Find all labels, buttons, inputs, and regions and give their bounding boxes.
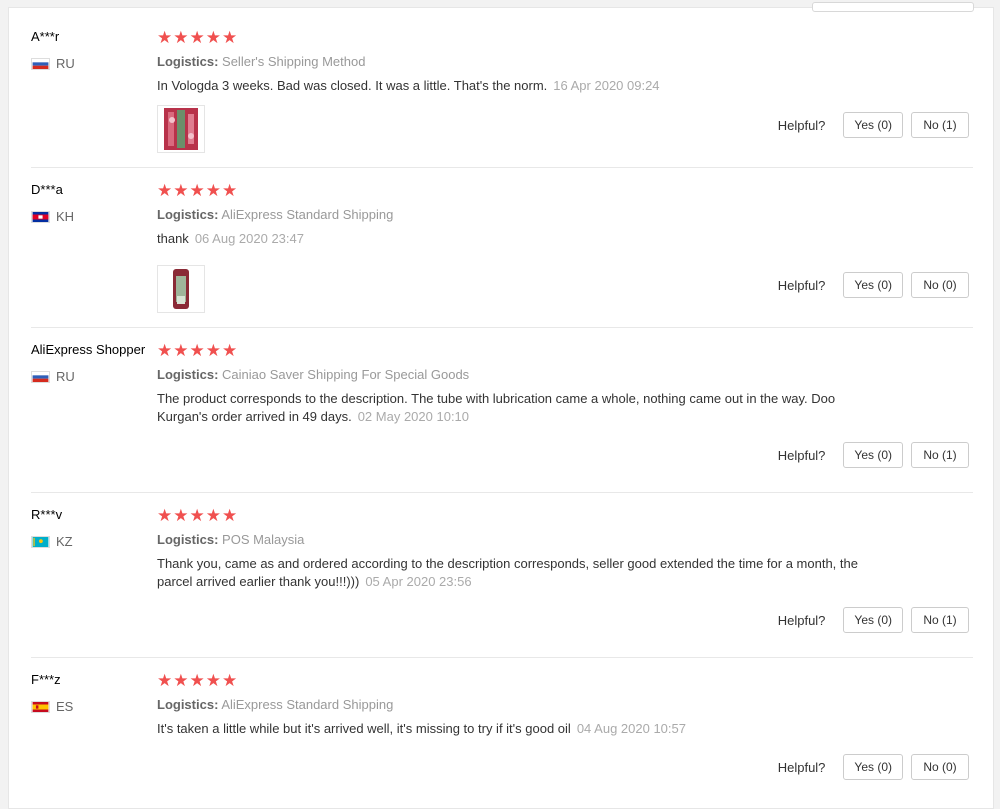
review-text: The product corresponds to the descripti… [157,391,836,424]
helpful-votes: Helpful? Yes (0) No (1) [778,442,969,468]
vote-yes-button[interactable]: Yes (0) [843,112,903,138]
logistics-info: Logistics: POS Malaysia [157,531,877,549]
review-text: It's taken a little while but it's arriv… [157,721,571,736]
vote-no-button[interactable]: No (1) [911,607,969,633]
shipping-method: POS Malaysia [222,532,305,547]
review-date: 05 Apr 2020 23:56 [365,574,472,589]
country-code: ES [56,699,74,714]
shipping-method: Seller's Shipping Method [222,54,366,69]
helpful-votes: Helpful? Yes (0) No (1) [778,112,969,138]
country-code: RU [56,56,75,71]
reviewer-name: A***r [31,29,60,44]
review-date: 16 Apr 2020 09:24 [553,78,660,93]
logistics-info: Logistics: Cainiao Saver Shipping For Sp… [157,366,877,384]
shipping-method: AliExpress Standard Shipping [221,207,394,222]
helpful-votes: Helpful? Yes (0) No (0) [778,754,969,780]
helpful-label: Helpful? [777,612,826,628]
cambodia-flag-icon [31,210,50,223]
reviewer-country: ES [31,699,73,714]
logistics-label: Logistics: [157,207,219,222]
country-code: KH [56,209,75,224]
logistics-label: Logistics: [157,532,219,547]
helpful-label: Helpful? [777,277,826,293]
star-rating: ★★★★★ [157,181,239,200]
review-photo-thumbnail[interactable] [157,105,205,153]
reviewer-country: KH [31,209,74,224]
helpful-label: Helpful? [777,117,826,133]
review-text: thank [157,231,189,246]
review-content: ★★★★★ Logistics: AliExpress Standard Shi… [157,672,877,738]
star-rating: ★★★★★ [157,506,239,525]
vote-yes-button[interactable]: Yes (0) [843,754,903,780]
vote-yes-button[interactable]: Yes (0) [843,272,903,298]
review-content: ★★★★★ Logistics: Cainiao Saver Shipping … [157,342,877,426]
review-text: In Vologda 3 weeks. Bad was closed. It w… [157,78,548,93]
review-text-block: thank 06 Aug 2020 23:47 [157,230,877,248]
product-photo-image [164,108,198,150]
russia-flag-icon [31,370,50,383]
vote-yes-button[interactable]: Yes (0) [843,607,903,633]
country-code: KZ [56,534,73,549]
vote-no-button[interactable]: No (1) [911,442,969,468]
review-item: F***z ES ★★★★★ Logistics: AliExpress Sta… [31,658,973,798]
helpful-votes: Helpful? Yes (0) No (1) [778,607,969,633]
reviewer-country: RU [31,369,75,384]
review-photo-thumbnail[interactable] [157,265,205,313]
review-item: D***a KH ★★★★★ Logistics: AliExpress Sta… [31,168,973,328]
review-item: AliExpress Shopper RU ★★★★★ Logistics: C… [31,328,973,493]
review-text-block: It's taken a little while but it's arriv… [157,720,877,738]
review-date: 02 May 2020 10:10 [357,409,470,424]
logistics-label: Logistics: [157,697,219,712]
review-text: Thank you, came as and ordered according… [157,556,858,589]
review-item: R***v KZ ★★★★★ Logistics: POS Malaysia T… [31,493,973,658]
product-photo-image [158,266,204,312]
review-text-block: In Vologda 3 weeks. Bad was closed. It w… [157,77,877,95]
review-content: ★★★★★ Logistics: AliExpress Standard Shi… [157,182,877,248]
russia-flag-icon [31,57,50,70]
star-rating: ★★★★★ [157,671,239,690]
sort-select[interactable] [812,2,974,12]
review-item: A***r RU ★★★★★ Logistics: Seller's Shipp… [31,15,973,168]
spain-flag-icon [31,700,50,713]
vote-yes-button[interactable]: Yes (0) [843,442,903,468]
review-text-block: Thank you, came as and ordered according… [157,555,877,591]
vote-no-button[interactable]: No (0) [911,754,969,780]
review-date: 06 Aug 2020 23:47 [194,231,304,246]
star-rating: ★★★★★ [157,28,239,47]
logistics-label: Logistics: [157,367,219,382]
helpful-label: Helpful? [777,759,826,775]
review-content: ★★★★★ Logistics: POS Malaysia Thank you,… [157,507,877,591]
logistics-label: Logistics: [157,54,219,69]
reviews-panel: A***r RU ★★★★★ Logistics: Seller's Shipp… [8,2,994,809]
reviewer-name: D***a [31,182,63,197]
reviewer-country: KZ [31,534,73,549]
helpful-label: Helpful? [777,447,826,463]
kazakhstan-flag-icon [31,535,50,548]
reviewer-country: RU [31,56,75,71]
star-rating: ★★★★★ [157,341,239,360]
shipping-method: AliExpress Standard Shipping [221,697,394,712]
helpful-votes: Helpful? Yes (0) No (0) [778,272,969,298]
vote-no-button[interactable]: No (0) [911,272,969,298]
logistics-info: Logistics: Seller's Shipping Method [157,53,877,71]
country-code: RU [56,369,75,384]
review-text-block: The product corresponds to the descripti… [157,390,877,426]
review-date: 04 Aug 2020 10:57 [576,721,686,736]
reviewer-name: F***z [31,672,61,687]
shipping-method: Cainiao Saver Shipping For Special Goods [222,367,470,382]
reviewer-name: R***v [31,507,63,522]
logistics-info: Logistics: AliExpress Standard Shipping [157,206,877,224]
vote-no-button[interactable]: No (1) [911,112,969,138]
logistics-info: Logistics: AliExpress Standard Shipping [157,696,877,714]
review-content: ★★★★★ Logistics: Seller's Shipping Metho… [157,29,877,95]
reviewer-name: AliExpress Shopper [31,342,146,357]
